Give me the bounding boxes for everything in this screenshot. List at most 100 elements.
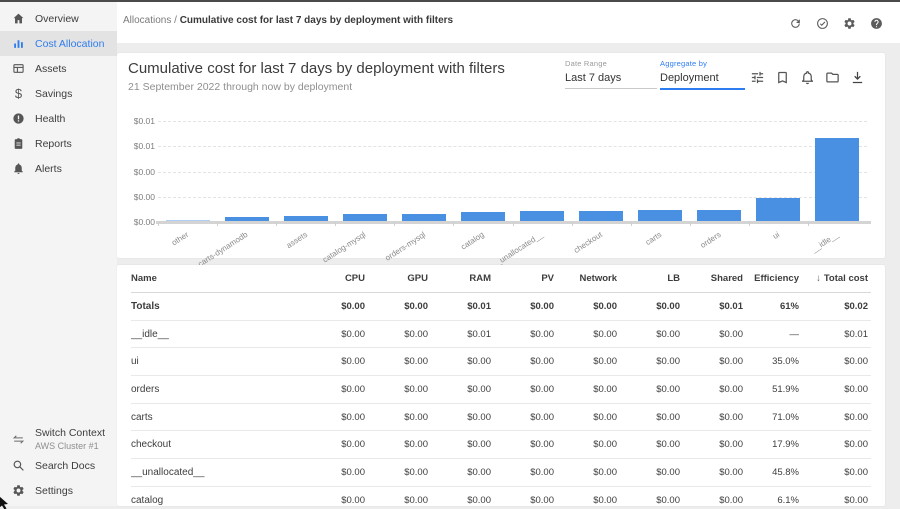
sidebar-item-health[interactable]: Health (0, 106, 117, 131)
table-row-totals[interactable]: Totals$0.00$0.00$0.01$0.00$0.00$0.00$0.0… (131, 293, 871, 321)
sidebar-item-alerts[interactable]: Alerts (0, 156, 117, 181)
bar-checkout[interactable] (579, 211, 623, 221)
bar-assets[interactable] (284, 216, 328, 221)
bar-orders[interactable] (697, 210, 741, 221)
cell-value: $0.00 (491, 467, 554, 478)
column-header-efficiency[interactable]: Efficiency (743, 273, 799, 284)
cell-value: $0.00 (799, 384, 868, 395)
top-bar: Allocations / Cumulative cost for last 7… (117, 2, 900, 43)
sidebar-footer: Switch Context AWS Cluster #1 Search Doc… (0, 425, 117, 503)
alerts-bell-icon (12, 162, 25, 175)
column-header-pv[interactable]: PV (491, 273, 554, 284)
bookmark-icon[interactable] (775, 70, 790, 85)
cell-value: $0.00 (680, 329, 743, 340)
table-row-ui[interactable]: ui$0.00$0.00$0.00$0.00$0.00$0.00$0.0035.… (131, 348, 871, 376)
help-icon[interactable] (870, 17, 883, 30)
gear-icon[interactable] (843, 17, 856, 30)
cell-value: $0.00 (554, 384, 617, 395)
x-axis-label: orders-mysql (383, 230, 427, 263)
column-header-network[interactable]: Network (554, 273, 617, 284)
cell-value: $0.01 (799, 329, 868, 340)
x-axis-label: __idle__ (810, 230, 840, 254)
cell-name: ui (131, 356, 302, 367)
x-axis-label: orders (698, 230, 722, 250)
bar-ui[interactable] (756, 198, 800, 221)
cell-value: $0.00 (491, 495, 554, 506)
tune-icon[interactable] (750, 70, 765, 85)
report-card: Cumulative cost for last 7 days by deplo… (117, 53, 885, 258)
cell-name: Totals (131, 301, 302, 312)
cell-value: $0.00 (554, 356, 617, 367)
cell-value: $0.00 (302, 495, 365, 506)
column-header-total-cost[interactable]: ↓Total cost (799, 273, 868, 284)
folder-icon[interactable] (825, 70, 840, 85)
y-tick-label: $0.01 (134, 141, 155, 151)
sidebar-item-label: Alerts (35, 163, 62, 175)
cell-name: catalog (131, 495, 302, 506)
column-header-cpu[interactable]: CPU (302, 273, 365, 284)
home-icon (12, 12, 25, 25)
table-row-checkout[interactable]: checkout$0.00$0.00$0.00$0.00$0.00$0.00$0… (131, 431, 871, 459)
switch-context-button[interactable]: Switch Context AWS Cluster #1 (0, 425, 117, 453)
refresh-icon[interactable] (789, 17, 802, 30)
x-axis-label: catalog-mysql (321, 230, 367, 264)
table-row-carts[interactable]: carts$0.00$0.00$0.00$0.00$0.00$0.00$0.00… (131, 404, 871, 432)
check-circle-icon[interactable] (816, 17, 829, 30)
cell-value: $0.00 (491, 301, 554, 312)
sidebar-item-overview[interactable]: Overview (0, 6, 117, 31)
page-title: Cumulative cost for last 7 days by deplo… (128, 60, 505, 77)
cell-value: $0.00 (491, 384, 554, 395)
column-header-name[interactable]: Name (131, 273, 302, 284)
breadcrumb-allocations-link[interactable]: Allocations (123, 15, 171, 26)
bar-catalog-mysql[interactable] (343, 214, 387, 221)
bar-carts[interactable] (638, 210, 682, 221)
cell-value: 6.1% (743, 495, 799, 506)
date-range-select[interactable]: Date Range Last 7 days (565, 59, 657, 89)
cell-value: $0.00 (302, 329, 365, 340)
sidebar-item-label: Health (35, 113, 65, 125)
column-header-shared[interactable]: Shared (680, 273, 743, 284)
bar-catalog[interactable] (461, 212, 505, 221)
cell-value: $0.00 (554, 467, 617, 478)
table-row-__unallocated__[interactable]: __unallocated__$0.00$0.00$0.00$0.00$0.00… (131, 459, 871, 487)
aggregate-by-select[interactable]: Aggregate by Deployment (660, 59, 745, 90)
sidebar-item-assets[interactable]: Assets (0, 56, 117, 81)
cell-value: $0.00 (428, 356, 491, 367)
bar-carts-dynamodb[interactable] (225, 217, 269, 221)
cell-value: $0.00 (365, 467, 428, 478)
sidebar-item-cost-allocation[interactable]: Cost Allocation (0, 31, 117, 56)
sidebar-item-savings[interactable]: $ Savings (0, 81, 117, 106)
cell-value: 71.0% (743, 412, 799, 423)
aggregate-by-value[interactable]: Deployment (660, 68, 745, 90)
settings-button[interactable]: Settings (0, 478, 117, 503)
column-header-lb[interactable]: LB (617, 273, 680, 284)
topbar-actions (789, 17, 883, 30)
column-header-ram[interactable]: RAM (428, 273, 491, 284)
bar-__idle__[interactable] (815, 138, 859, 221)
download-icon[interactable] (850, 70, 865, 85)
cell-value: $0.00 (428, 412, 491, 423)
bar-orders-mysql[interactable] (402, 214, 446, 221)
health-icon (12, 112, 25, 125)
chart-y-axis: $0.01$0.01$0.00$0.00$0.00 (117, 113, 155, 233)
breadcrumb-separator: / (171, 15, 179, 26)
x-axis-label: __unallocated__ (491, 230, 545, 270)
cell-value: $0.00 (617, 301, 680, 312)
cell-name: __idle__ (131, 329, 302, 340)
table-row-orders[interactable]: orders$0.00$0.00$0.00$0.00$0.00$0.00$0.0… (131, 376, 871, 404)
cell-value: $0.00 (799, 412, 868, 423)
search-docs-button[interactable]: Search Docs (0, 453, 117, 478)
date-range-value[interactable]: Last 7 days (565, 68, 657, 89)
bar-__unallocated__[interactable] (520, 211, 564, 221)
search-docs-label: Search Docs (35, 460, 95, 472)
sidebar-item-reports[interactable]: Reports (0, 131, 117, 156)
column-header-gpu[interactable]: GPU (365, 273, 428, 284)
table-row-catalog[interactable]: catalog$0.00$0.00$0.00$0.00$0.00$0.00$0.… (131, 487, 871, 506)
table-row-__idle__[interactable]: __idle__$0.00$0.00$0.01$0.00$0.00$0.00$0… (131, 321, 871, 349)
bar-other[interactable] (166, 220, 210, 221)
bell-icon[interactable] (800, 70, 815, 85)
y-tick-label: $0.00 (134, 167, 155, 177)
reports-icon (12, 137, 25, 150)
cell-value: $0.00 (302, 412, 365, 423)
cell-value: $0.00 (799, 495, 868, 506)
